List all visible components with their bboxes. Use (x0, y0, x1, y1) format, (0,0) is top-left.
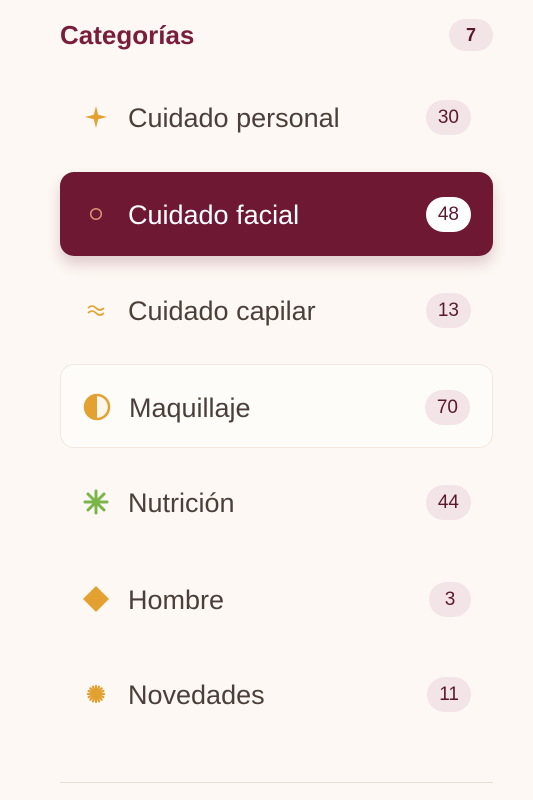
category-count-badge: 44 (425, 485, 471, 520)
categories-title: Categorías (60, 20, 195, 50)
asterisk-icon (82, 488, 110, 516)
category-count-badge: 48 (425, 197, 471, 232)
category-item-nutricion[interactable]: Nutrición 44 (60, 460, 493, 544)
category-label: Maquillaje (129, 393, 251, 423)
category-item-novedades[interactable]: Novedades 11 (60, 652, 493, 736)
half-circle-icon (83, 393, 111, 421)
category-item-cuidado-facial[interactable]: Cuidado facial 48 (60, 172, 493, 256)
category-label: Nutrición (128, 488, 235, 518)
category-count-badge: 30 (425, 100, 471, 135)
category-item-cuidado-capilar[interactable]: Cuidado capilar 13 (60, 268, 493, 352)
categories-count-badge: 7 (449, 19, 493, 51)
circle-outline-icon (82, 200, 110, 228)
category-label: Hombre (128, 585, 225, 615)
category-item-hombre[interactable]: Hombre 3 (60, 557, 493, 641)
category-count-badge: 13 (425, 293, 471, 328)
starburst-icon (82, 680, 110, 708)
categories-header: Categorías 7 (60, 14, 493, 56)
sparkle-icon (82, 103, 110, 131)
category-count-badge: 70 (424, 390, 470, 425)
section-divider (60, 782, 493, 783)
category-item-cuidado-personal[interactable]: Cuidado personal 30 (60, 75, 493, 159)
category-label: Cuidado capilar (128, 296, 316, 326)
category-count-badge: 3 (429, 582, 471, 617)
diamond-icon (82, 585, 110, 613)
category-item-maquillaje[interactable]: Maquillaje 70 (60, 364, 493, 448)
categories-sidebar: Categorías 7 Cuidado personal 30 Cuidado… (60, 0, 493, 800)
wave-icon (82, 296, 110, 324)
category-count-badge: 11 (427, 677, 471, 712)
category-label: Novedades (128, 680, 265, 710)
category-label: Cuidado personal (128, 103, 340, 133)
category-label: Cuidado facial (128, 200, 300, 230)
